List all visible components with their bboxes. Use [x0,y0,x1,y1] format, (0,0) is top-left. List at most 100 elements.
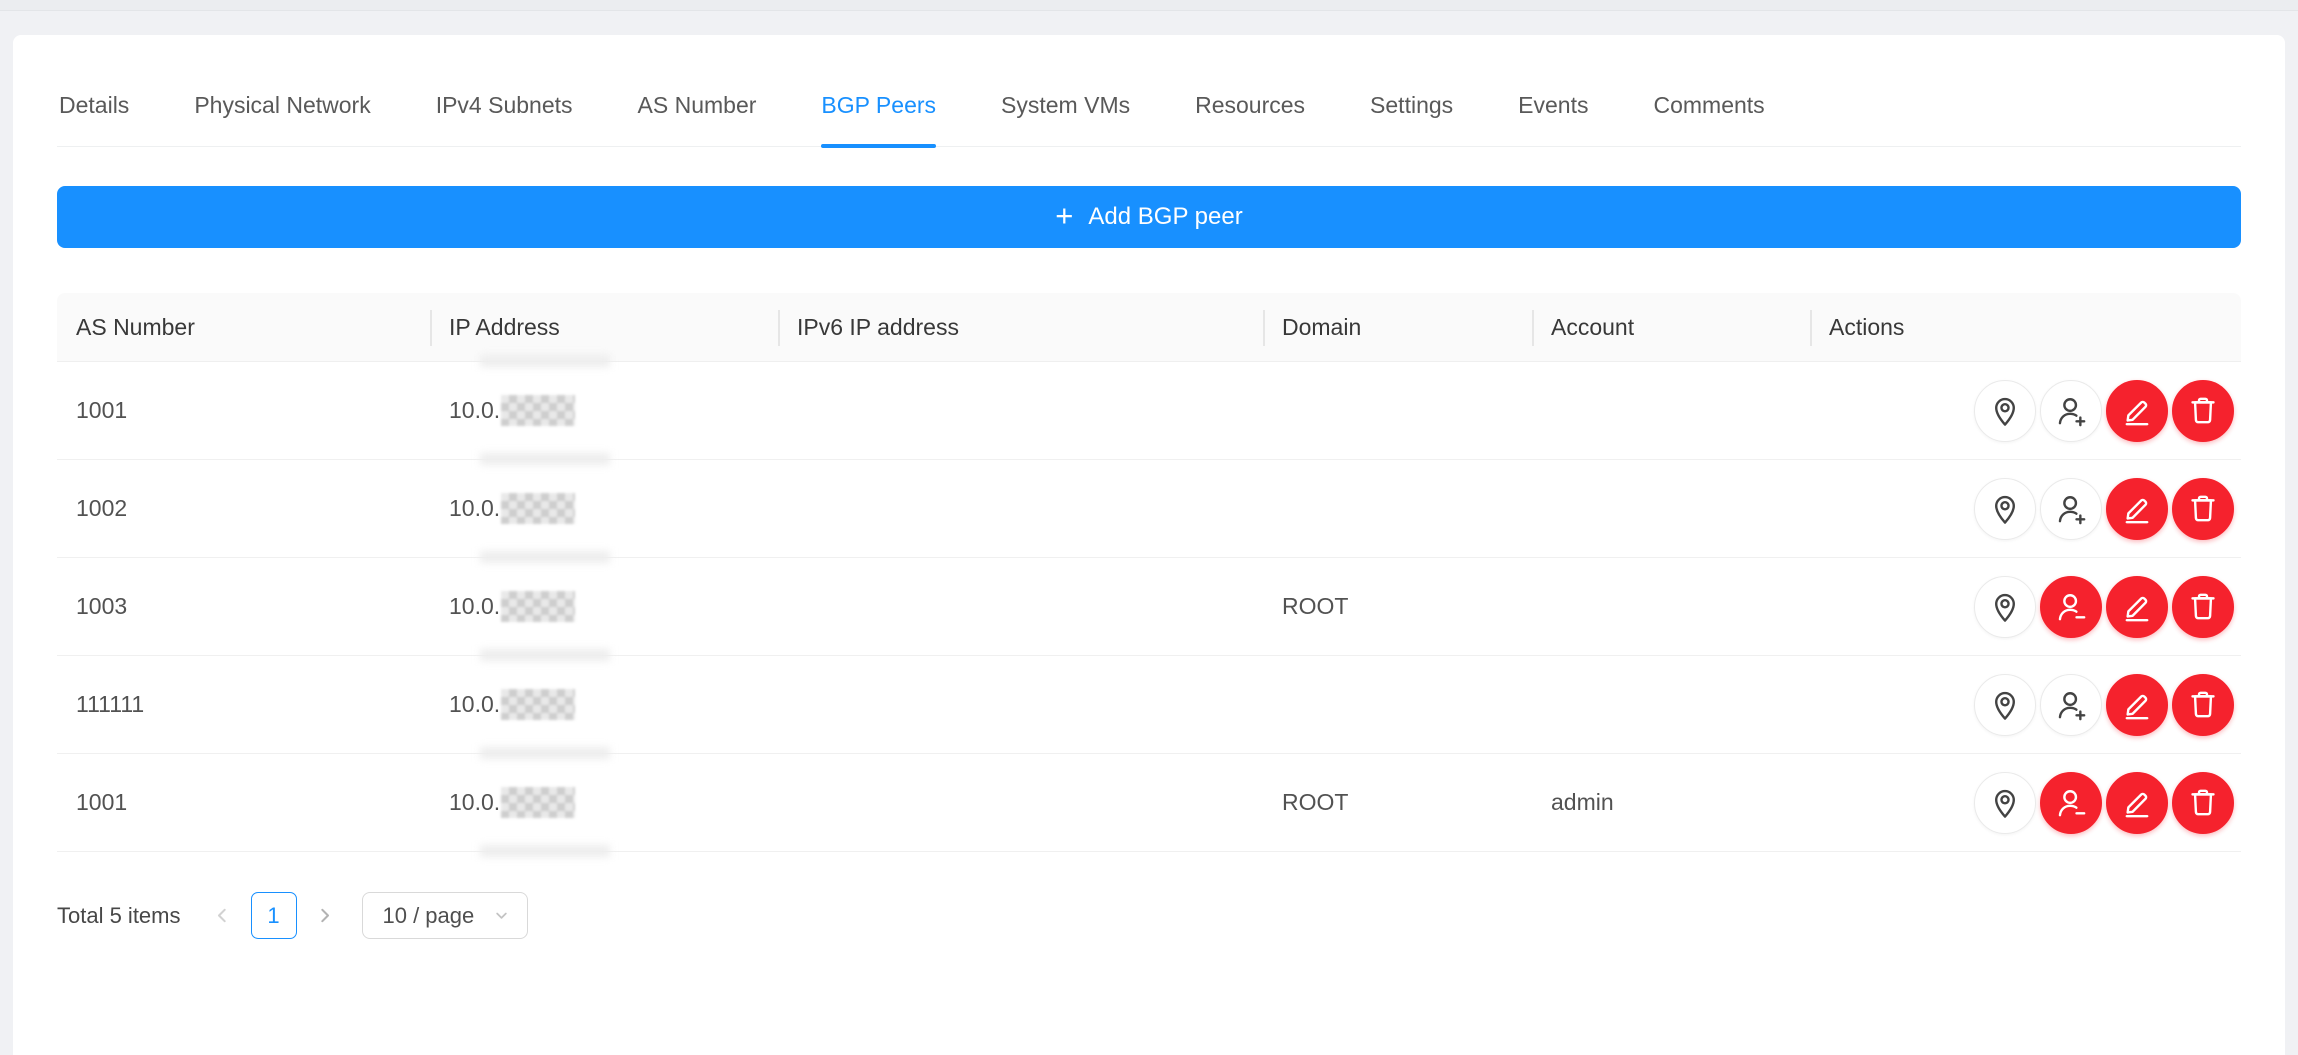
redacted-ip-block [501,493,575,524]
tab-ipv4-subnets[interactable]: IPv4 Subnets [436,92,573,146]
cell-as-number: 111111 [57,691,430,718]
cell-actions [1810,478,2241,540]
cell-account: admin [1532,789,1810,816]
edit-pencil-icon [2120,394,2154,428]
table-body: 1001 10.0. [57,362,2241,852]
ip-prefix: 10.0. [449,397,500,424]
page-size-value: 10 / page [383,903,475,929]
chevron-down-icon [492,906,511,925]
ip-prefix: 10.0. [449,789,500,816]
edit-bgp-peer-button[interactable] [2106,478,2168,540]
edit-bgp-peer-button[interactable] [2106,576,2168,638]
user-assign-icon [2054,786,2088,820]
location-pin-button[interactable] [1974,380,2036,442]
location-pin-button[interactable] [1974,772,2036,834]
tab-events[interactable]: Events [1518,92,1588,146]
cell-domain: ROOT [1263,593,1532,620]
user-assign-icon [2054,492,2088,526]
add-bgp-peer-button[interactable]: + Add BGP peer [57,186,2241,248]
delete-bgp-peer-button[interactable] [2172,380,2234,442]
edit-pencil-icon [2120,688,2154,722]
ip-prefix: 10.0. [449,691,500,718]
tab-bar: Details Physical Network IPv4 Subnets AS… [57,35,2241,147]
cell-ip-address: 10.0. [430,689,778,720]
cell-as-number: 1001 [57,789,430,816]
location-pin-button[interactable] [1974,674,2036,736]
table-row: 111111 10.0. [57,656,2241,754]
assign-account-button[interactable] [2040,674,2102,736]
redacted-ip-block [501,689,575,720]
user-assign-icon [2054,590,2088,624]
cell-ip-address: 10.0. [430,395,778,426]
location-pin-button[interactable] [1974,576,2036,638]
delete-bgp-peer-button[interactable] [2172,772,2234,834]
table-row: 1001 10.0. [57,362,2241,460]
tab-bgp-peers[interactable]: BGP Peers [821,92,936,146]
tab-settings[interactable]: Settings [1370,92,1453,146]
next-page-button[interactable] [314,892,336,939]
redacted-ip-block [501,591,575,622]
column-header-ipv6: IPv6 IP address [778,293,1263,361]
assign-account-button[interactable] [2040,576,2102,638]
pagination-bar: Total 5 items 1 10 / page [57,892,2241,939]
previous-page-button[interactable] [212,892,234,939]
edit-bgp-peer-button[interactable] [2106,772,2168,834]
tab-system-vms[interactable]: System VMs [1001,92,1130,146]
edit-bgp-peer-button[interactable] [2106,674,2168,736]
edit-pencil-icon [2120,492,2154,526]
user-assign-icon [2054,394,2088,428]
table-row: 1001 10.0. ROOT admin [57,754,2241,852]
chevron-left-icon [212,905,233,926]
cell-ip-address: 10.0. [430,493,778,524]
location-pin-button[interactable] [1974,478,2036,540]
cell-domain: ROOT [1263,789,1532,816]
table-row: 1003 10.0. ROOT [57,558,2241,656]
delete-bgp-peer-button[interactable] [2172,478,2234,540]
table-header-row: AS Number IP Address IPv6 IP address Dom… [57,293,2241,362]
location-pin-icon [1988,786,2022,820]
cell-as-number: 1001 [57,397,430,424]
tab-as-number[interactable]: AS Number [638,92,757,146]
page-1-button[interactable]: 1 [251,892,297,939]
location-pin-icon [1988,590,2022,624]
delete-bgp-peer-button[interactable] [2172,576,2234,638]
ip-prefix: 10.0. [449,593,500,620]
column-header-as-number: AS Number [57,293,430,361]
plus-icon: + [1055,200,1073,231]
column-header-domain: Domain [1263,293,1532,361]
page-top-strip [0,0,2298,11]
trash-icon [2186,394,2220,428]
pagination-total: Total 5 items [57,903,181,929]
assign-account-button[interactable] [2040,478,2102,540]
cell-actions [1810,380,2241,442]
chevron-right-icon [314,905,335,926]
tab-comments[interactable]: Comments [1653,92,1764,146]
edit-bgp-peer-button[interactable] [2106,380,2168,442]
bgp-peers-table: AS Number IP Address IPv6 IP address Dom… [57,293,2241,852]
cell-actions [1810,576,2241,638]
redacted-ip-block [501,787,575,818]
cell-ip-address: 10.0. [430,787,778,818]
tab-physical-network[interactable]: Physical Network [194,92,370,146]
page-size-select[interactable]: 10 / page [362,892,528,939]
edit-pencil-icon [2120,786,2154,820]
trash-icon [2186,590,2220,624]
assign-account-button[interactable] [2040,772,2102,834]
tab-details[interactable]: Details [59,92,129,146]
assign-account-button[interactable] [2040,380,2102,442]
location-pin-icon [1988,688,2022,722]
cell-as-number: 1002 [57,495,430,522]
tab-resources[interactable]: Resources [1195,92,1305,146]
redacted-ip-block [501,395,575,426]
column-header-account: Account [1532,293,1810,361]
cell-actions [1810,674,2241,736]
cell-ip-address: 10.0. [430,591,778,622]
location-pin-icon [1988,492,2022,526]
redaction-smudge [480,845,610,857]
location-pin-icon [1988,394,2022,428]
add-bgp-peer-label: Add BGP peer [1088,203,1242,231]
content-card: Details Physical Network IPv4 Subnets AS… [13,35,2285,1055]
column-header-actions: Actions [1810,293,2241,361]
column-header-ip-address: IP Address [430,293,778,361]
delete-bgp-peer-button[interactable] [2172,674,2234,736]
